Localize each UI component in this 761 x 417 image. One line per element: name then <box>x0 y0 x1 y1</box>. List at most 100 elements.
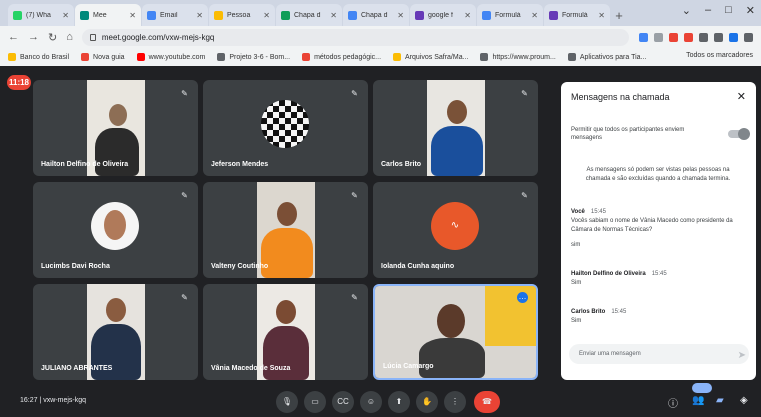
extension-icon[interactable] <box>684 32 693 42</box>
send-icon[interactable]: ➤ <box>738 350 746 361</box>
all-bookmarks[interactable]: Todos os marcadores <box>686 52 753 59</box>
meet-icon <box>80 10 89 20</box>
forward-icon[interactable]: → <box>28 31 39 43</box>
tab-email[interactable]: Email ✕ <box>142 4 208 26</box>
participant-tile[interactable]: ✎ JULIANO ABRANTES <box>33 284 198 380</box>
more-options-icon[interactable]: ⋮ <box>444 391 466 413</box>
raise-hand-icon[interactable]: ✋ <box>416 391 438 413</box>
emoji-icon[interactable]: ☺ <box>360 391 382 413</box>
mic-icon[interactable]: 🎙 <box>276 391 298 413</box>
participant-tile[interactable]: ✎ Carlos Brito <box>373 80 538 176</box>
tab-formulario-2[interactable]: Formulá ✕ <box>544 4 610 26</box>
back-icon[interactable]: ← <box>8 31 19 43</box>
folder-icon <box>393 53 402 61</box>
lock-icon <box>89 33 96 41</box>
forms-icon <box>549 10 558 20</box>
profile-icon[interactable] <box>729 32 738 42</box>
chevron-down-icon[interactable]: ⌄ <box>682 4 691 17</box>
bank-icon <box>8 53 16 61</box>
maximize-icon[interactable]: □ <box>725 4 732 17</box>
person-head <box>106 298 126 322</box>
bookmark[interactable]: métodos pedagógic... <box>302 53 381 61</box>
bookmark[interactable]: Arquivos Safra/Ma... <box>393 53 468 61</box>
close-icon[interactable]: ✕ <box>397 11 404 20</box>
mic-off-icon: ✎ <box>351 191 358 200</box>
browser-chrome: (7) Wha ✕ Mee ✕ Email ✕ Pessoa ✕ Chapa d ✕ Ch… <box>0 0 761 66</box>
close-icon[interactable]: ✕ <box>129 11 136 20</box>
minimize-icon[interactable]: – <box>705 4 711 17</box>
close-icon[interactable]: ✕ <box>196 11 203 20</box>
close-window-icon[interactable]: ✕ <box>746 4 755 17</box>
mic-off-icon: ✎ <box>181 293 188 302</box>
bookmark-icon <box>81 53 90 61</box>
present-icon[interactable]: ⬆ <box>388 391 410 413</box>
message-input[interactable]: Enviar uma mensagem <box>569 344 749 364</box>
bookmark[interactable]: https://www.proum... <box>480 53 556 61</box>
close-icon[interactable]: ✕ <box>737 90 746 103</box>
tab-bar: (7) Wha ✕ Mee ✕ Email ✕ Pessoa ✕ Chapa d ✕ Ch… <box>0 0 761 26</box>
participant-tile-self[interactable]: … Lúcia Camargo <box>373 284 538 380</box>
close-icon[interactable]: ✕ <box>464 11 471 20</box>
extension-icon[interactable] <box>639 32 648 42</box>
bookmark[interactable]: Banco do Brasil <box>8 53 69 61</box>
url-field[interactable]: meet.google.com/vxw-mejs-kgq <box>81 28 629 46</box>
chat-title: Mensagens na chamada <box>571 92 670 102</box>
participant-tile[interactable]: ✎ Lucimbs Davi Rocha <box>33 182 198 278</box>
docs-icon <box>348 10 357 20</box>
activities-icon[interactable]: ◈ <box>740 395 748 406</box>
new-tab-button[interactable]: + <box>611 6 627 26</box>
bookmark[interactable]: Projeto 3-6 - Bom... <box>217 53 290 61</box>
tab-whatsapp[interactable]: (7) Wha ✕ <box>8 4 74 26</box>
tab-pessoa[interactable]: Pessoa ✕ <box>209 4 275 26</box>
extension-icon[interactable] <box>714 32 723 42</box>
person-body <box>261 228 313 278</box>
person-body <box>95 128 139 176</box>
chat-icon[interactable]: ▰ <box>716 395 724 406</box>
close-icon[interactable]: ✕ <box>62 11 69 20</box>
bookmark[interactable]: Nova guia <box>81 53 125 61</box>
close-icon[interactable]: ✕ <box>330 11 337 20</box>
extension-icon[interactable] <box>654 32 663 42</box>
speaking-wave-icon: ∿ <box>450 220 460 231</box>
person-head <box>277 202 297 226</box>
participant-tile[interactable]: ✎ Vânia Macedo de Souza <box>203 284 368 380</box>
participant-video <box>427 80 485 176</box>
chat-message: Hailton Delfino de Oliveira 15:45 Sim <box>571 271 667 286</box>
home-icon[interactable]: ⌂ <box>66 31 73 43</box>
captions-icon[interactable]: CC <box>332 391 354 413</box>
extensions <box>639 32 753 42</box>
extension-icon[interactable] <box>699 32 708 42</box>
allow-messages-toggle[interactable] <box>728 128 750 140</box>
bookmarks-bar: Banco do Brasil Nova guia www.youtube.co… <box>0 48 761 66</box>
close-icon[interactable]: ✕ <box>598 11 605 20</box>
extension-icon[interactable] <box>669 32 678 42</box>
window-controls: ⌄ – □ ✕ <box>682 4 755 17</box>
tab-chapa-2[interactable]: Chapa d ✕ <box>343 4 409 26</box>
person-head <box>109 104 127 126</box>
hang-up-icon[interactable]: ☎ <box>474 391 500 413</box>
tab-meet[interactable]: Mee ✕ <box>75 4 141 26</box>
close-icon[interactable]: ✕ <box>531 11 538 20</box>
tab-formulario-1[interactable]: Formulá ✕ <box>477 4 543 26</box>
people-icon[interactable]: 👥 <box>692 395 704 406</box>
close-icon[interactable]: ✕ <box>263 11 270 20</box>
reload-icon[interactable]: ↻ <box>48 31 57 44</box>
participant-tile[interactable]: ∿ ✎ Iolanda Cunha aquino <box>373 182 538 278</box>
info-icon[interactable]: ⓘ <box>668 395 678 410</box>
whatsapp-icon <box>13 10 22 20</box>
more-icon[interactable] <box>744 32 753 42</box>
camera-icon[interactable]: ▭ <box>304 391 326 413</box>
bookmark[interactable]: www.youtube.com <box>136 53 205 61</box>
forms-icon <box>415 10 424 20</box>
participant-tile[interactable]: ✎ Valteny Coutinho <box>203 182 368 278</box>
tab-chapa-1[interactable]: Chapa d ✕ <box>276 4 342 26</box>
chat-panel: Mensagens na chamada ✕ Permitir que todo… <box>561 82 756 380</box>
participant-tile[interactable]: ✎ Hailton Delfino de Oliveira <box>33 80 198 176</box>
mic-off-icon: ✎ <box>521 191 528 200</box>
tab-google-forms[interactable]: google f ✕ <box>410 4 476 26</box>
drive-icon <box>214 10 223 20</box>
globe-icon <box>217 53 226 61</box>
bookmark[interactable]: Aplicativos para Tia... <box>567 53 646 61</box>
participant-tile[interactable]: ✎ Jeferson Mendes <box>203 80 368 176</box>
person-body <box>431 126 483 176</box>
